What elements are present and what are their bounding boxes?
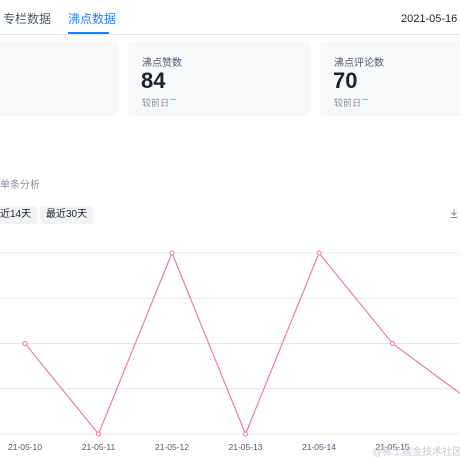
data-point[interactable] (316, 250, 322, 256)
line-chart: 21-05-10 21-05-11 21-05-12 21-05-13 21-05-14… (0, 250, 460, 452)
x-tick-label: 21-05-11 (82, 442, 116, 452)
x-tick-label: 21-05-14 (302, 442, 336, 452)
data-point[interactable] (169, 250, 175, 256)
data-point[interactable] (243, 431, 248, 437)
data-point[interactable] (96, 431, 101, 437)
x-tick-label: 21-05-10 (8, 442, 42, 452)
data-point[interactable] (390, 341, 395, 346)
watermark: @稀土掘金技术社区 (372, 447, 460, 458)
data-point[interactable] (22, 341, 28, 346)
x-tick-label: 21-05-13 (228, 442, 262, 452)
x-tick-label: 21-05-12 (155, 442, 189, 452)
